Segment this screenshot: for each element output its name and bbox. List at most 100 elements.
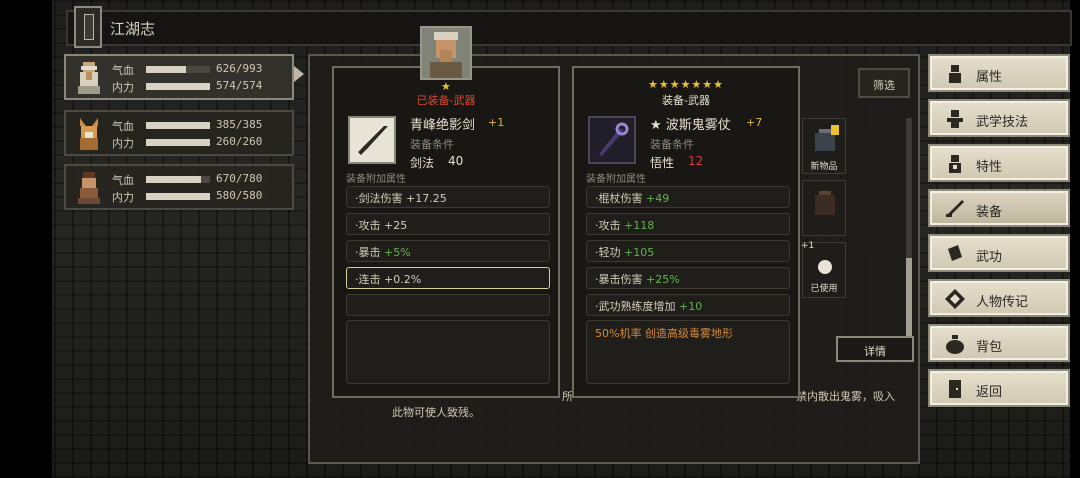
mp-bar	[146, 139, 210, 146]
equip-requirement-name: 剑法	[410, 156, 435, 170]
attribute-value: +105	[624, 246, 655, 259]
pot-icon	[815, 191, 835, 215]
jar-icon	[815, 125, 839, 151]
selected-arrow-icon	[294, 66, 304, 82]
filter-button[interactable]: 筛选	[858, 68, 910, 98]
attribute-name: ·剑法伤害	[355, 192, 403, 205]
equipped-item-panel: 已装备-武器 青峰绝影剑 +1 装备条件 剑法 40 装备附加属性 ·剑法伤害 …	[332, 66, 560, 398]
character-portrait	[420, 26, 472, 80]
mp-value: 574/574	[216, 79, 263, 92]
mp-label: 内力	[112, 191, 134, 204]
mp-value: 260/260	[216, 135, 263, 148]
used-label: 已使用	[810, 284, 838, 294]
hp-value: 626/993	[216, 62, 263, 75]
special-effect-text: 50%机率 创造高级毒雾地形	[595, 327, 733, 340]
attribute-row: ·武功熟练度增加 +10	[586, 294, 790, 316]
item-rarity-stars: ★★★★★★★	[647, 78, 725, 91]
candidate-status: 装备-武器	[662, 94, 710, 107]
filter-label: 筛选	[873, 79, 895, 92]
menu-bag-button[interactable]: 背包	[928, 324, 1070, 362]
attribute-row: ·棍杖伤害 +49	[586, 186, 790, 208]
inventory-scroll-thumb[interactable]	[906, 258, 912, 338]
menu-label: 属性	[976, 70, 1003, 85]
equip-requirement-label: 装备条件	[410, 138, 454, 151]
attribute-value: +118	[624, 219, 655, 232]
attribute-value: +25%	[646, 273, 680, 286]
equip-requirement-label: 装备条件	[650, 138, 694, 151]
attribute-row: ·轻功 +105	[586, 240, 790, 262]
hp-label: 气血	[112, 174, 134, 187]
bonus-attributes-header: 装备附加属性	[586, 174, 646, 185]
attribute-row: ·连击 +0.2%	[346, 267, 550, 289]
attribute-name: ·暴击伤害	[595, 273, 643, 286]
sword-icon	[946, 200, 964, 217]
attribute-name: ·武功熟练度增加	[595, 300, 676, 313]
journal-book-icon[interactable]	[74, 6, 102, 48]
attribute-value: +0.2%	[384, 273, 422, 286]
staff-item-icon	[588, 116, 636, 164]
special-effect-box: 50%机率 创造高级毒雾地形	[586, 320, 790, 384]
hp-label: 气血	[112, 120, 134, 133]
person-icon	[949, 65, 961, 83]
biography-icon	[945, 289, 965, 309]
item-description-right: 禁内散出鬼雾，吸入	[796, 390, 895, 403]
equipped-rarity-stars: ★	[441, 80, 451, 93]
menu-martial-skills-button[interactable]: 武学技法	[928, 99, 1070, 137]
character-card-1[interactable]: 气血 626/993 内力 574/574	[64, 54, 294, 100]
empty-attribute-row	[346, 294, 550, 316]
equipped-item-name: 青峰绝影剑	[410, 118, 476, 133]
menu-return-button[interactable]: 返回	[928, 369, 1070, 407]
candidate-item-panel: ★★★★★★★ 装备-武器 ★ 波斯鬼雾仗 +7 装备条件 悟性 12 装备附加…	[572, 66, 800, 398]
equipped-status: 已装备-武器	[416, 94, 476, 107]
bonus-attributes-header: 装备附加属性	[346, 174, 406, 185]
attribute-name: ·棍杖伤害	[595, 192, 643, 205]
bag-icon	[946, 335, 964, 354]
menu-label: 特性	[976, 160, 1003, 175]
equip-requirement-name: 悟性	[650, 156, 675, 170]
hp-bar	[146, 122, 210, 129]
quantity-badge: +1	[801, 241, 815, 251]
attribute-name: ·轻功	[595, 246, 621, 259]
new-item-label: 新物品	[810, 162, 838, 172]
special-effect-box	[346, 320, 550, 384]
equipped-item-enhance: +1	[488, 116, 505, 129]
door-icon	[949, 380, 961, 398]
candidate-item-name: ★ 波斯鬼雾仗	[650, 118, 731, 133]
top-bar-title: 江湖志	[110, 20, 156, 38]
item-description: 此物可使人致残。	[392, 406, 480, 419]
inventory-slot-used[interactable]: +1 已使用	[801, 241, 846, 298]
inventory-slot-new-item[interactable]: 新物品	[802, 118, 846, 174]
mp-label: 内力	[112, 81, 134, 94]
detail-button[interactable]: 详情	[836, 336, 914, 362]
menu-equipment-button[interactable]: 装备	[928, 189, 1070, 227]
mp-value: 580/580	[216, 189, 263, 202]
martial-arts-icon	[947, 110, 963, 128]
attribute-name: ·攻击	[595, 219, 621, 232]
fox-portrait-icon	[80, 118, 98, 150]
menu-label: 人物传记	[976, 295, 1029, 310]
attribute-row: ·剑法伤害 +17.25	[346, 186, 550, 208]
traits-icon	[949, 155, 961, 173]
monk-portrait-icon	[78, 62, 100, 94]
hp-bar	[146, 176, 210, 183]
attribute-value: +5%	[384, 246, 411, 259]
inventory-slot-pot[interactable]	[802, 180, 846, 236]
attribute-value: +49	[646, 192, 670, 205]
menu-biography-button[interactable]: 人物传记	[928, 279, 1070, 317]
mp-bar	[146, 193, 210, 200]
left-letterbox	[0, 0, 52, 478]
menu-kungfu-button[interactable]: 武功	[928, 234, 1070, 272]
hp-value: 670/780	[216, 172, 263, 185]
menu-attributes-button[interactable]: 属性	[928, 54, 1070, 92]
hp-value: 385/385	[216, 118, 263, 131]
menu-label: 返回	[976, 385, 1003, 400]
attribute-row: ·暴击伤害 +25%	[586, 267, 790, 289]
character-card-3[interactable]: 气血 670/780 内力 580/580	[64, 164, 294, 210]
menu-traits-button[interactable]: 特性	[928, 144, 1070, 182]
mp-bar	[146, 83, 210, 90]
pill-icon	[818, 260, 832, 274]
menu-label: 武学技法	[976, 115, 1029, 130]
hp-label: 气血	[112, 64, 134, 77]
character-card-2[interactable]: 气血 385/385 内力 260/260	[64, 110, 294, 156]
attribute-value: +10	[679, 300, 703, 313]
